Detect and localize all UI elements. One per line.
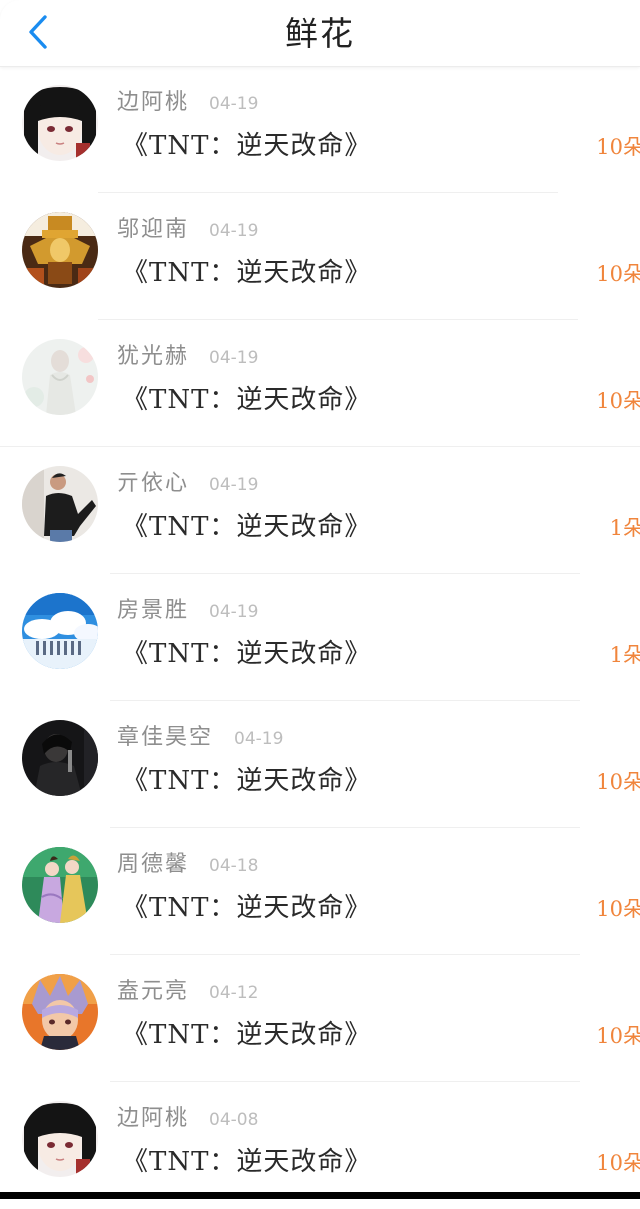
work-title[interactable]: 《TNT：逆天改命》 <box>122 509 371 545</box>
flower-count: 10朵 <box>596 770 640 794</box>
list-item[interactable]: 周德馨 04-18 《TNT：逆天改命》 10朵 <box>0 828 640 955</box>
send-date: 04-18 <box>209 856 259 876</box>
work-title[interactable]: 《TNT：逆天改命》 <box>122 763 371 799</box>
list-item[interactable]: 亓依心 04-19 《TNT：逆天改命》 1朵 <box>0 447 640 574</box>
work-title[interactable]: 《TNT：逆天改命》 <box>122 1017 371 1053</box>
flower-count: 10朵 <box>596 262 640 286</box>
avatar[interactable] <box>22 593 98 669</box>
sender-name: 邬迎南 <box>117 217 190 242</box>
work-title[interactable]: 《TNT：逆天改命》 <box>122 1144 371 1180</box>
send-date: 04-19 <box>209 348 259 368</box>
list-item[interactable]: 邬迎南 04-19 《TNT：逆天改命》 10朵 <box>0 193 640 320</box>
sender-name: 周德馨 <box>117 852 190 877</box>
sender-name: 边阿桃 <box>117 90 190 115</box>
list-item[interactable]: 边阿桃 04-19 《TNT：逆天改命》 10朵 <box>0 66 640 193</box>
avatar[interactable] <box>22 85 98 161</box>
flower-list: 边阿桃 04-19 《TNT：逆天改命》 10朵 邬迎南 04-19 《TNT：… <box>0 66 640 1209</box>
work-title[interactable]: 《TNT：逆天改命》 <box>122 255 371 291</box>
sender-name: 边阿桃 <box>117 1106 190 1131</box>
work-title[interactable]: 《TNT：逆天改命》 <box>122 128 371 164</box>
avatar[interactable] <box>22 1101 98 1177</box>
flower-count: 10朵 <box>596 1024 640 1048</box>
list-item[interactable]: 房景胜 04-19 《TNT：逆天改命》 1朵 <box>0 574 640 701</box>
sender-name: 亓依心 <box>117 471 190 496</box>
list-item[interactable]: 犹光赫 04-19 《TNT：逆天改命》 10朵 <box>0 320 640 447</box>
flower-count: 10朵 <box>596 1151 640 1175</box>
flower-count: 10朵 <box>596 135 640 159</box>
send-date: 04-19 <box>209 602 259 622</box>
avatar[interactable] <box>22 847 98 923</box>
avatar[interactable] <box>22 466 98 542</box>
send-date: 04-19 <box>209 221 259 241</box>
sender-name: 章佳昊空 <box>117 725 214 750</box>
avatar[interactable] <box>22 720 98 796</box>
flower-count: 1朵 <box>609 643 640 667</box>
send-date: 04-19 <box>209 475 259 495</box>
sender-name: 犹光赫 <box>117 344 190 369</box>
work-title[interactable]: 《TNT：逆天改命》 <box>122 382 371 418</box>
bottom-edge-bar <box>0 1192 640 1199</box>
sender-name: 盍元亮 <box>117 979 190 1004</box>
list-item[interactable]: 边阿桃 04-08 《TNT：逆天改命》 10朵 <box>0 1082 640 1209</box>
list-item[interactable]: 盍元亮 04-12 《TNT：逆天改命》 10朵 <box>0 955 640 1082</box>
send-date: 04-08 <box>209 1110 259 1130</box>
avatar[interactable] <box>22 212 98 288</box>
flower-count: 10朵 <box>596 389 640 413</box>
list-item[interactable]: 章佳昊空 04-19 《TNT：逆天改命》 10朵 <box>0 701 640 828</box>
flower-count: 1朵 <box>609 516 640 540</box>
send-date: 04-19 <box>234 729 284 749</box>
avatar[interactable] <box>22 339 98 415</box>
work-title[interactable]: 《TNT：逆天改命》 <box>122 890 371 926</box>
flower-count: 10朵 <box>596 897 640 921</box>
top-nav-bar: 鲜花 <box>0 0 640 67</box>
work-title[interactable]: 《TNT：逆天改命》 <box>122 636 371 672</box>
avatar[interactable] <box>22 974 98 1050</box>
send-date: 04-12 <box>209 983 259 1003</box>
sender-name: 房景胜 <box>117 598 190 623</box>
page-title: 鲜花 <box>285 14 355 53</box>
send-date: 04-19 <box>209 94 259 114</box>
